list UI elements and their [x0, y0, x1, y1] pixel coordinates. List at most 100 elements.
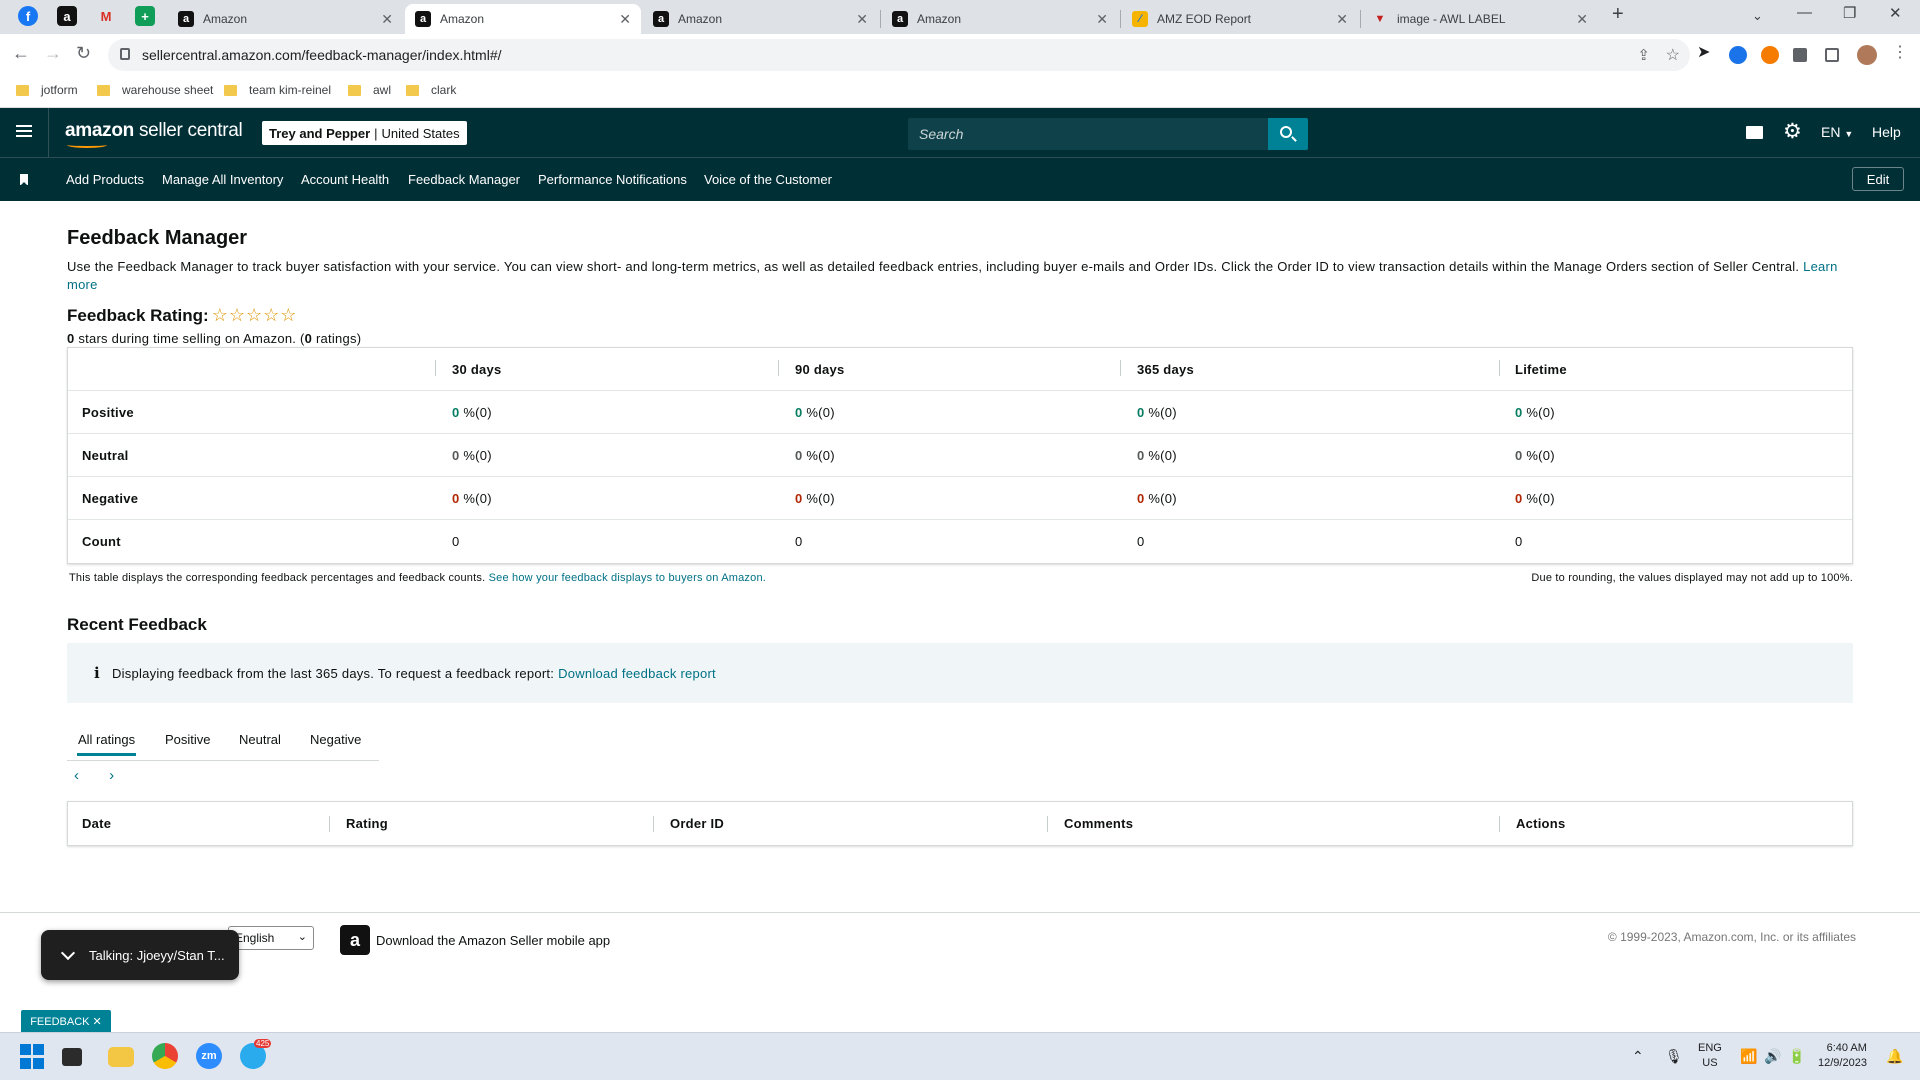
tab-positive[interactable]: Positive — [165, 732, 211, 747]
zoom-icon[interactable]: zm — [196, 1043, 222, 1069]
bookmark-folder[interactable]: jotform — [16, 83, 78, 97]
input-language[interactable]: ENG US — [1698, 1041, 1722, 1071]
notification-bell-icon[interactable]: 🔔 — [1886, 1048, 1903, 1065]
nav-voice-of-the-customer[interactable]: Voice of the Customer — [704, 172, 832, 187]
side-panel-icon[interactable] — [1825, 48, 1839, 62]
amazon-app-logo-icon[interactable]: a — [340, 925, 370, 955]
sheets-pinned-tab[interactable]: + — [135, 6, 155, 26]
clock[interactable]: 6:40 AM 12/9/2023 — [1818, 1041, 1867, 1071]
seller-central-nav: Add Products Manage All Inventory Accoun… — [0, 157, 1920, 201]
new-tab-button[interactable]: + — [1612, 3, 1624, 26]
copyright-text: © 1999-2023, Amazon.com, Inc. or its aff… — [1607, 930, 1856, 944]
help-link[interactable]: Help — [1872, 124, 1901, 140]
tab-search-icon[interactable]: ⌄ — [1752, 8, 1763, 24]
windows-start-icon[interactable] — [20, 1044, 46, 1070]
bookmark-icon[interactable] — [20, 174, 28, 186]
seller-central-logo[interactable]: amazon seller central — [65, 120, 243, 148]
browser-tab[interactable]: a Amazon ✕ — [643, 4, 878, 34]
close-tab-icon[interactable]: ✕ — [619, 11, 631, 28]
profile-avatar[interactable] — [1857, 45, 1877, 65]
nav-account-health[interactable]: Account Health — [301, 172, 389, 187]
url-bar[interactable]: sellercentral.amazon.com/feedback-manage… — [108, 39, 1690, 71]
download-feedback-report-link[interactable]: Download feedback report — [558, 666, 716, 681]
see-feedback-display-link[interactable]: See how your feedback displays to buyers… — [489, 572, 766, 584]
bookmark-folder[interactable]: team kim-reinel — [224, 83, 331, 97]
column-separator — [778, 360, 779, 376]
browser-tab[interactable]: a Amazon ✕ — [168, 4, 403, 34]
table-cell: 0 %(0) — [452, 405, 492, 420]
browser-tab-active[interactable]: a Amazon ✕ — [405, 4, 641, 34]
battery-icon[interactable]: 🔋 — [1788, 1048, 1805, 1065]
nav-feedback-manager[interactable]: Feedback Manager — [408, 172, 520, 187]
browser-tab[interactable]: ▼ image - AWL LABEL ✕ — [1362, 4, 1598, 34]
extension-orange-icon[interactable] — [1761, 46, 1779, 64]
terminal-icon[interactable] — [62, 1048, 82, 1066]
facebook-pinned-tab[interactable]: f — [18, 6, 38, 26]
tab-neutral[interactable]: Neutral — [239, 732, 281, 747]
bookmark-folder[interactable]: clark — [406, 83, 456, 97]
download-app-link[interactable]: Download the Amazon Seller mobile app — [376, 933, 610, 948]
hamburger-menu-icon[interactable] — [16, 125, 32, 137]
nav-add-products[interactable]: Add Products — [66, 172, 144, 187]
restore-icon[interactable]: ❐ — [1843, 4, 1856, 22]
language-dropdown[interactable]: English ⌄ — [228, 926, 314, 950]
bookmark-folder[interactable]: awl — [348, 83, 391, 97]
browser-tab[interactable]: ∕ AMZ EOD Report ✕ — [1122, 4, 1358, 34]
tab-all-ratings[interactable]: All ratings — [76, 732, 137, 756]
back-icon[interactable]: ← — [12, 43, 30, 64]
search-input[interactable]: Search — [908, 118, 1268, 150]
feedback-widget-tab[interactable]: FEEDBACK ✕ — [21, 1010, 111, 1032]
extension-arrow-icon[interactable]: ➤ — [1697, 42, 1715, 61]
amazon-favicon-icon: a — [892, 11, 908, 27]
row-label: Positive — [82, 405, 134, 420]
tab-negative[interactable]: Negative — [310, 732, 361, 747]
share-icon[interactable]: ⇪ — [1637, 46, 1650, 64]
chrome-icon[interactable] — [152, 1043, 178, 1069]
bookmark-star-icon[interactable]: ☆ — [1666, 45, 1680, 65]
lock-icon — [120, 48, 130, 60]
amazon-pinned-tab[interactable]: a — [57, 6, 77, 26]
folder-icon — [16, 84, 29, 96]
table-cell: 0 — [1515, 534, 1523, 549]
close-window-icon[interactable]: ✕ — [1889, 4, 1902, 22]
forward-icon[interactable]: → — [44, 43, 62, 64]
column-header: Actions — [1516, 816, 1566, 831]
microphone-icon[interactable]: 🎙 — [1665, 1048, 1683, 1065]
chevron-up-icon[interactable]: ⌃ — [1632, 1048, 1644, 1065]
nav-performance-notifications[interactable]: Performance Notifications — [538, 172, 687, 187]
mail-icon[interactable] — [1746, 126, 1763, 139]
account-switcher[interactable]: Trey and Pepper | United States — [262, 121, 467, 145]
browser-tab[interactable]: a Amazon ✕ — [882, 4, 1118, 34]
reload-icon[interactable]: ↻ — [76, 43, 91, 64]
volume-icon[interactable]: 🔊 — [1764, 1048, 1781, 1065]
table-cell: 0 — [452, 534, 460, 549]
column-separator — [1499, 360, 1500, 376]
url-text: sellercentral.amazon.com/feedback-manage… — [142, 47, 502, 63]
table-row: Neutral 0 %(0) 0 %(0) 0 %(0) 0 %(0) — [68, 434, 1852, 477]
pagination-arrows[interactable]: ‹ › — [74, 767, 127, 784]
bookmark-folder[interactable]: warehouse sheet — [97, 83, 213, 97]
table-cell: 0 %(0) — [1137, 405, 1177, 420]
file-explorer-icon[interactable] — [108, 1047, 134, 1067]
wifi-icon[interactable]: 📶 — [1740, 1048, 1757, 1065]
extension-blue-icon[interactable] — [1729, 46, 1747, 64]
caret-down-icon: ▼ — [1844, 129, 1854, 139]
gear-icon[interactable]: ⚙ — [1783, 121, 1802, 142]
close-tab-icon[interactable]: ✕ — [856, 11, 868, 28]
minimize-icon[interactable]: — — [1797, 4, 1812, 21]
close-tab-icon[interactable]: ✕ — [1576, 11, 1588, 28]
column-header: 30 days — [452, 362, 502, 377]
nav-manage-all-inventory[interactable]: Manage All Inventory — [162, 172, 283, 187]
column-separator — [653, 816, 654, 832]
browser-menu-icon[interactable]: ⋮ — [1892, 42, 1910, 61]
close-tab-icon[interactable]: ✕ — [1336, 11, 1348, 28]
gmail-pinned-tab[interactable]: M — [96, 6, 116, 26]
extensions-puzzle-icon[interactable] — [1793, 48, 1807, 62]
edit-nav-button[interactable]: Edit — [1852, 167, 1904, 191]
close-tab-icon[interactable]: ✕ — [1096, 11, 1108, 28]
call-indicator[interactable]: Talking: Jjoeyy/Stan T... — [41, 930, 239, 980]
table-row: Negative 0 %(0) 0 %(0) 0 %(0) 0 %(0) — [68, 477, 1852, 520]
search-button[interactable] — [1268, 118, 1308, 150]
close-tab-icon[interactable]: ✕ — [381, 11, 393, 28]
language-selector[interactable]: EN ▼ — [1821, 124, 1853, 140]
